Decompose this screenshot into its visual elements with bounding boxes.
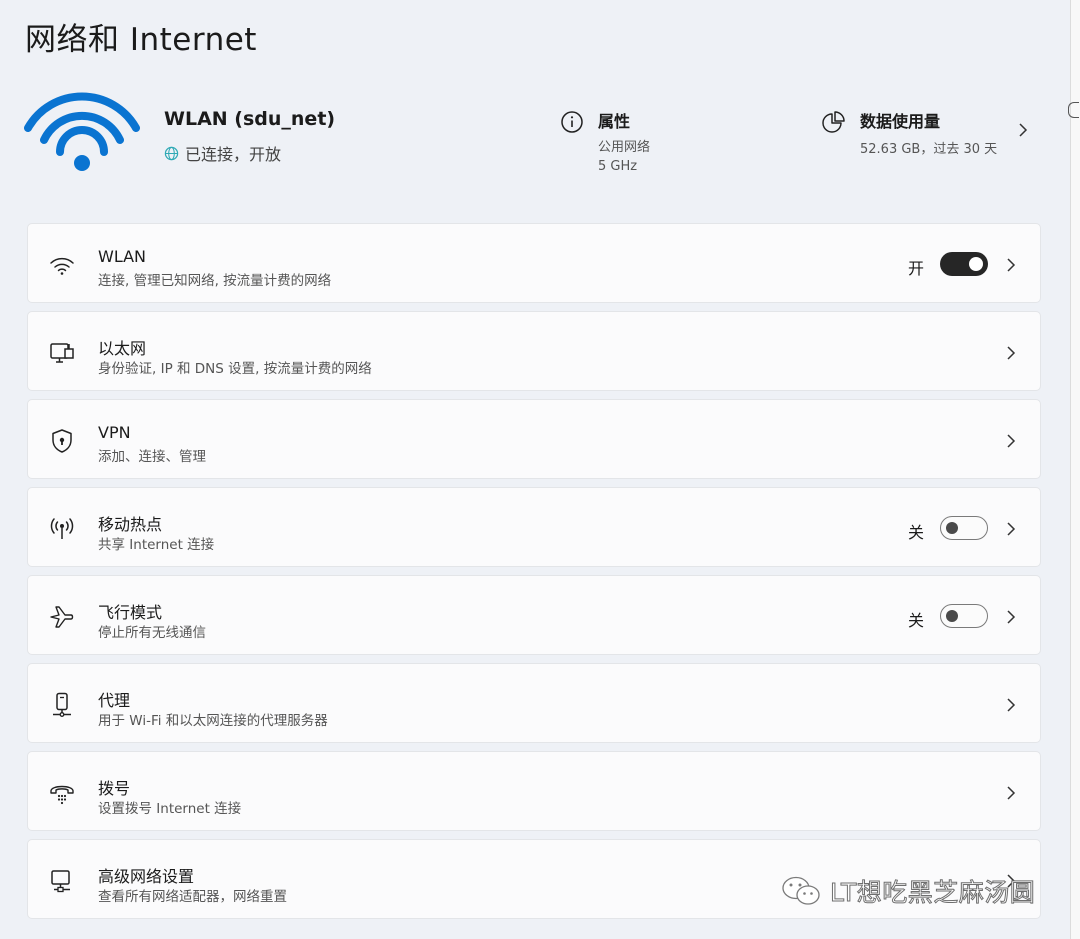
toggle-state-label: 关 bbox=[908, 611, 925, 630]
row-dial-up[interactable]: 拨号 设置拨号 Internet 连接 bbox=[27, 751, 1041, 831]
row-label: 高级网络设置 bbox=[98, 867, 195, 886]
wlan-toggle[interactable] bbox=[940, 252, 988, 276]
network-profile: 公用网络 bbox=[598, 140, 651, 155]
watermark-text: LT想吃黑芝麻汤圆 bbox=[829, 878, 1036, 908]
chevron-right-icon bbox=[1007, 698, 1016, 712]
chevron-right-icon bbox=[1007, 258, 1016, 272]
row-label: WLAN bbox=[98, 247, 147, 266]
row-label: VPN bbox=[98, 423, 131, 442]
row-vpn[interactable]: VPN 添加、连接、管理 bbox=[27, 399, 1041, 479]
chevron-right-icon bbox=[1007, 610, 1016, 624]
wifi-icon bbox=[50, 257, 74, 275]
dialup-icon bbox=[50, 785, 74, 805]
info-icon bbox=[561, 111, 583, 133]
globe-icon bbox=[164, 146, 179, 160]
edge-partial-icon bbox=[1068, 102, 1079, 118]
proxy-icon bbox=[53, 692, 71, 717]
chevron-right-icon bbox=[1007, 346, 1016, 360]
data-usage-link[interactable]: 数据使用量 52.63 GB，过去 30 天 bbox=[820, 108, 997, 157]
properties-link[interactable]: 属性 公用网络 5 GHz bbox=[560, 108, 650, 176]
row-ethernet[interactable]: 以太网 身份验证, IP 和 DNS 设置, 按流量计费的网络 bbox=[27, 311, 1041, 391]
network-band: 5 GHz bbox=[598, 159, 638, 174]
airplane-mode-toggle[interactable] bbox=[940, 604, 988, 628]
row-description: 添加、连接、管理 bbox=[98, 449, 206, 465]
mobile-hotspot-toggle[interactable] bbox=[940, 516, 988, 540]
row-description: 查看所有网络适配器，网络重置 bbox=[98, 889, 287, 905]
row-label: 以太网 bbox=[98, 339, 147, 358]
row-proxy[interactable]: 代理 用于 Wi-Fi 和以太网连接的代理服务器 bbox=[27, 663, 1041, 743]
hotspot-icon bbox=[50, 518, 74, 539]
wechat-icon bbox=[782, 876, 820, 905]
toggle-state-label: 关 bbox=[908, 523, 925, 542]
row-wlan[interactable]: WLAN 连接, 管理已知网络, 按流量计费的网络 开 bbox=[27, 223, 1041, 303]
shield-lock-icon bbox=[52, 429, 72, 453]
network-name: WLAN (sdu_net) bbox=[164, 108, 336, 130]
row-description: 身份验证, IP 和 DNS 设置, 按流量计费的网络 bbox=[98, 361, 372, 377]
settings-list: WLAN 连接, 管理已知网络, 按流量计费的网络 开 以太网 身份验证, IP… bbox=[27, 223, 1041, 927]
row-label: 拨号 bbox=[98, 779, 131, 798]
chevron-right-icon bbox=[1007, 522, 1016, 536]
row-description: 停止所有无线通信 bbox=[98, 625, 206, 641]
row-description: 连接, 管理已知网络, 按流量计费的网络 bbox=[98, 273, 332, 289]
chevron-right-icon bbox=[1007, 434, 1016, 448]
row-description: 共享 Internet 连接 bbox=[98, 537, 215, 553]
network-status: 已连接，开放 bbox=[164, 141, 281, 165]
properties-title: 属性 bbox=[598, 112, 631, 131]
row-airplane-mode[interactable]: 飞行模式 停止所有无线通信 关 bbox=[27, 575, 1041, 655]
chevron-right-icon bbox=[1007, 786, 1016, 800]
row-label: 飞行模式 bbox=[98, 603, 163, 622]
window-edge bbox=[1070, 0, 1080, 939]
row-description: 设置拨号 Internet 连接 bbox=[98, 801, 242, 817]
monitor-network-icon bbox=[51, 870, 70, 893]
row-description: 用于 Wi-Fi 和以太网连接的代理服务器 bbox=[98, 713, 328, 729]
network-status-text: 已连接，开放 bbox=[185, 145, 282, 164]
row-mobile-hotspot[interactable]: 移动热点 共享 Internet 连接 关 bbox=[27, 487, 1041, 567]
pie-chart-icon bbox=[822, 111, 845, 133]
data-usage-subtitle: 52.63 GB，过去 30 天 bbox=[860, 142, 998, 157]
airplane-icon bbox=[50, 606, 74, 628]
page-title: 网络和 Internet bbox=[25, 22, 257, 58]
wifi-large-icon bbox=[24, 92, 140, 171]
data-usage-title: 数据使用量 bbox=[860, 112, 941, 131]
chevron-right-icon[interactable] bbox=[1016, 120, 1030, 140]
toggle-state-label: 开 bbox=[908, 259, 925, 278]
row-label: 移动热点 bbox=[98, 515, 163, 534]
ethernet-icon bbox=[50, 343, 74, 363]
row-label: 代理 bbox=[98, 691, 131, 710]
watermark: LT想吃黑芝麻汤圆 bbox=[780, 873, 1035, 909]
